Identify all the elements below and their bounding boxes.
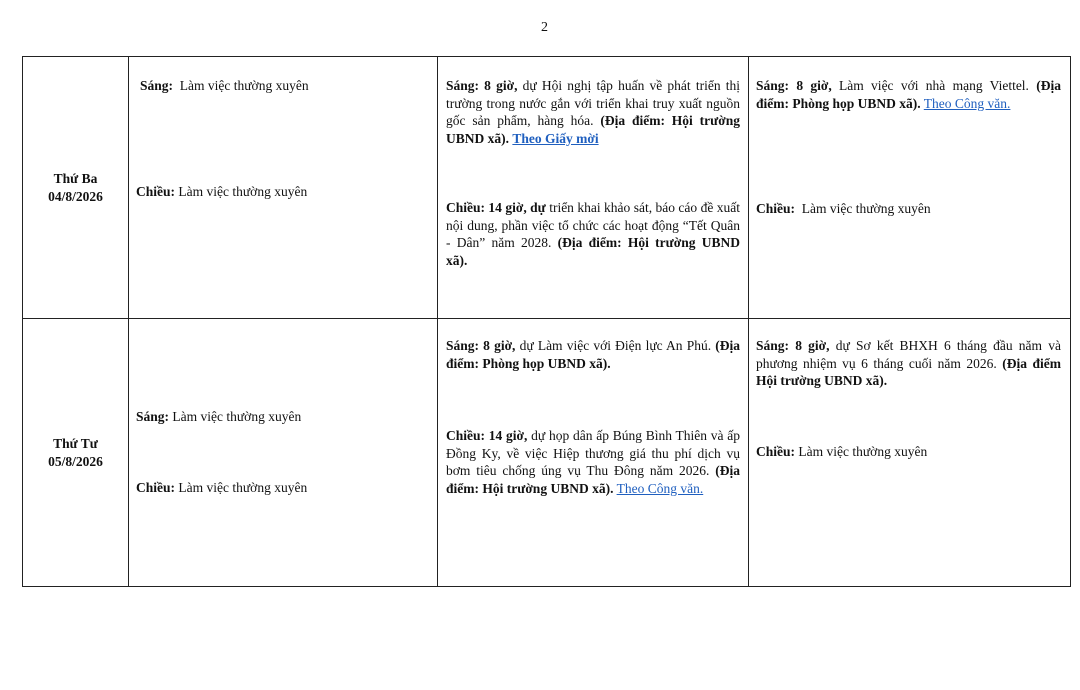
morning-entry: Sáng: Làm việc thường xuyên (136, 408, 301, 426)
morning-entry: Sáng: 8 giờ, dự Làm việc với Điện lực An… (446, 337, 740, 372)
afternoon-entry: Chiều: Làm việc thường xuyên (756, 200, 931, 218)
schedule-cell: Sáng: Làm việc thường xuyên Chiều: Làm v… (128, 56, 438, 319)
morning-text: Làm việc thường xuyên (172, 409, 302, 424)
morning-label: Sáng: 8 giờ, (446, 338, 516, 353)
afternoon-entry: Chiều: Làm việc thường xuyên (136, 479, 307, 497)
afternoon-entry: Chiều: Làm việc thường xuyên (136, 183, 307, 201)
day-date: 04/8/2026 (48, 188, 103, 204)
morning-label: Sáng: (136, 409, 170, 424)
afternoon-label: Chiều: (136, 184, 176, 199)
morning-entry: Sáng: 8 giờ, Làm việc với nhà mạng Viett… (756, 77, 1061, 112)
morning-text: Làm việc thường xuyên (179, 78, 309, 93)
table-row: Thứ Ba 04/8/2026 Sáng: Làm việc thường x… (22, 56, 1071, 319)
afternoon-label: Chiều: (756, 201, 796, 216)
afternoon-label: Chiều: (136, 480, 176, 495)
morning-entry: Sáng: 8 giờ, dự Sơ kết BHXH 6 tháng đầu … (756, 337, 1061, 390)
morning-text: dự Làm việc với Điện lực An Phú. (515, 338, 716, 353)
page-number: 2 (541, 20, 548, 35)
day-cell: Thứ Tư 05/8/2026 (22, 318, 129, 587)
day-name: Thứ Ba (53, 171, 98, 186)
morning-label: Sáng: (140, 78, 174, 93)
afternoon-entry: Chiều: Làm việc thường xuyên (756, 443, 927, 461)
official-letter-link[interactable]: Theo Công văn. (617, 481, 704, 496)
afternoon-text: Làm việc thường xuyên (801, 201, 931, 216)
day-name: Thứ Tư (53, 436, 98, 451)
schedule-cell: Sáng: 8 giờ, dự Hội nghị tập huấn về phá… (437, 56, 749, 319)
schedule-cell: Sáng: 8 giờ, dự Làm việc với Điện lực An… (437, 318, 749, 587)
morning-text: Làm việc với nhà mạng Viettel. (831, 78, 1037, 93)
morning-label: Sáng: 8 giờ, (756, 78, 832, 93)
official-letter-link[interactable]: Theo Công văn. (924, 96, 1011, 111)
morning-label: Sáng: 8 giờ, (446, 78, 518, 93)
afternoon-label: Chiều: (756, 444, 796, 459)
afternoon-label: Chiều: 14 giờ, (446, 428, 528, 443)
afternoon-label: Chiều: 14 giờ, dự (446, 200, 546, 215)
schedule-cell: Sáng: Làm việc thường xuyên Chiều: Làm v… (128, 318, 438, 587)
day-cell: Thứ Ba 04/8/2026 (22, 56, 129, 319)
morning-entry: Sáng: Làm việc thường xuyên (140, 77, 309, 95)
table-row: Thứ Tư 05/8/2026 Sáng: Làm việc thường x… (22, 318, 1071, 587)
schedule-table: Thứ Ba 04/8/2026 Sáng: Làm việc thường x… (22, 56, 1071, 587)
afternoon-text: Làm việc thường xuyên (798, 444, 928, 459)
morning-entry: Sáng: 8 giờ, dự Hội nghị tập huấn về phá… (446, 77, 740, 147)
schedule-cell: Sáng: 8 giờ, dự Sơ kết BHXH 6 tháng đầu … (748, 318, 1071, 587)
afternoon-text: Làm việc thường xuyên (178, 480, 308, 495)
schedule-cell: Sáng: 8 giờ, Làm việc với nhà mạng Viett… (748, 56, 1071, 319)
day-date: 05/8/2026 (48, 453, 103, 469)
afternoon-entry: Chiều: 14 giờ, dự triển khai khảo sát, b… (446, 199, 740, 269)
afternoon-text: Làm việc thường xuyên (178, 184, 308, 199)
invitation-link[interactable]: Theo Giấy mời (512, 131, 598, 146)
morning-label: Sáng: 8 giờ, (756, 338, 830, 353)
afternoon-entry: Chiều: 14 giờ, dự họp dân ấp Búng Bình T… (446, 427, 740, 497)
